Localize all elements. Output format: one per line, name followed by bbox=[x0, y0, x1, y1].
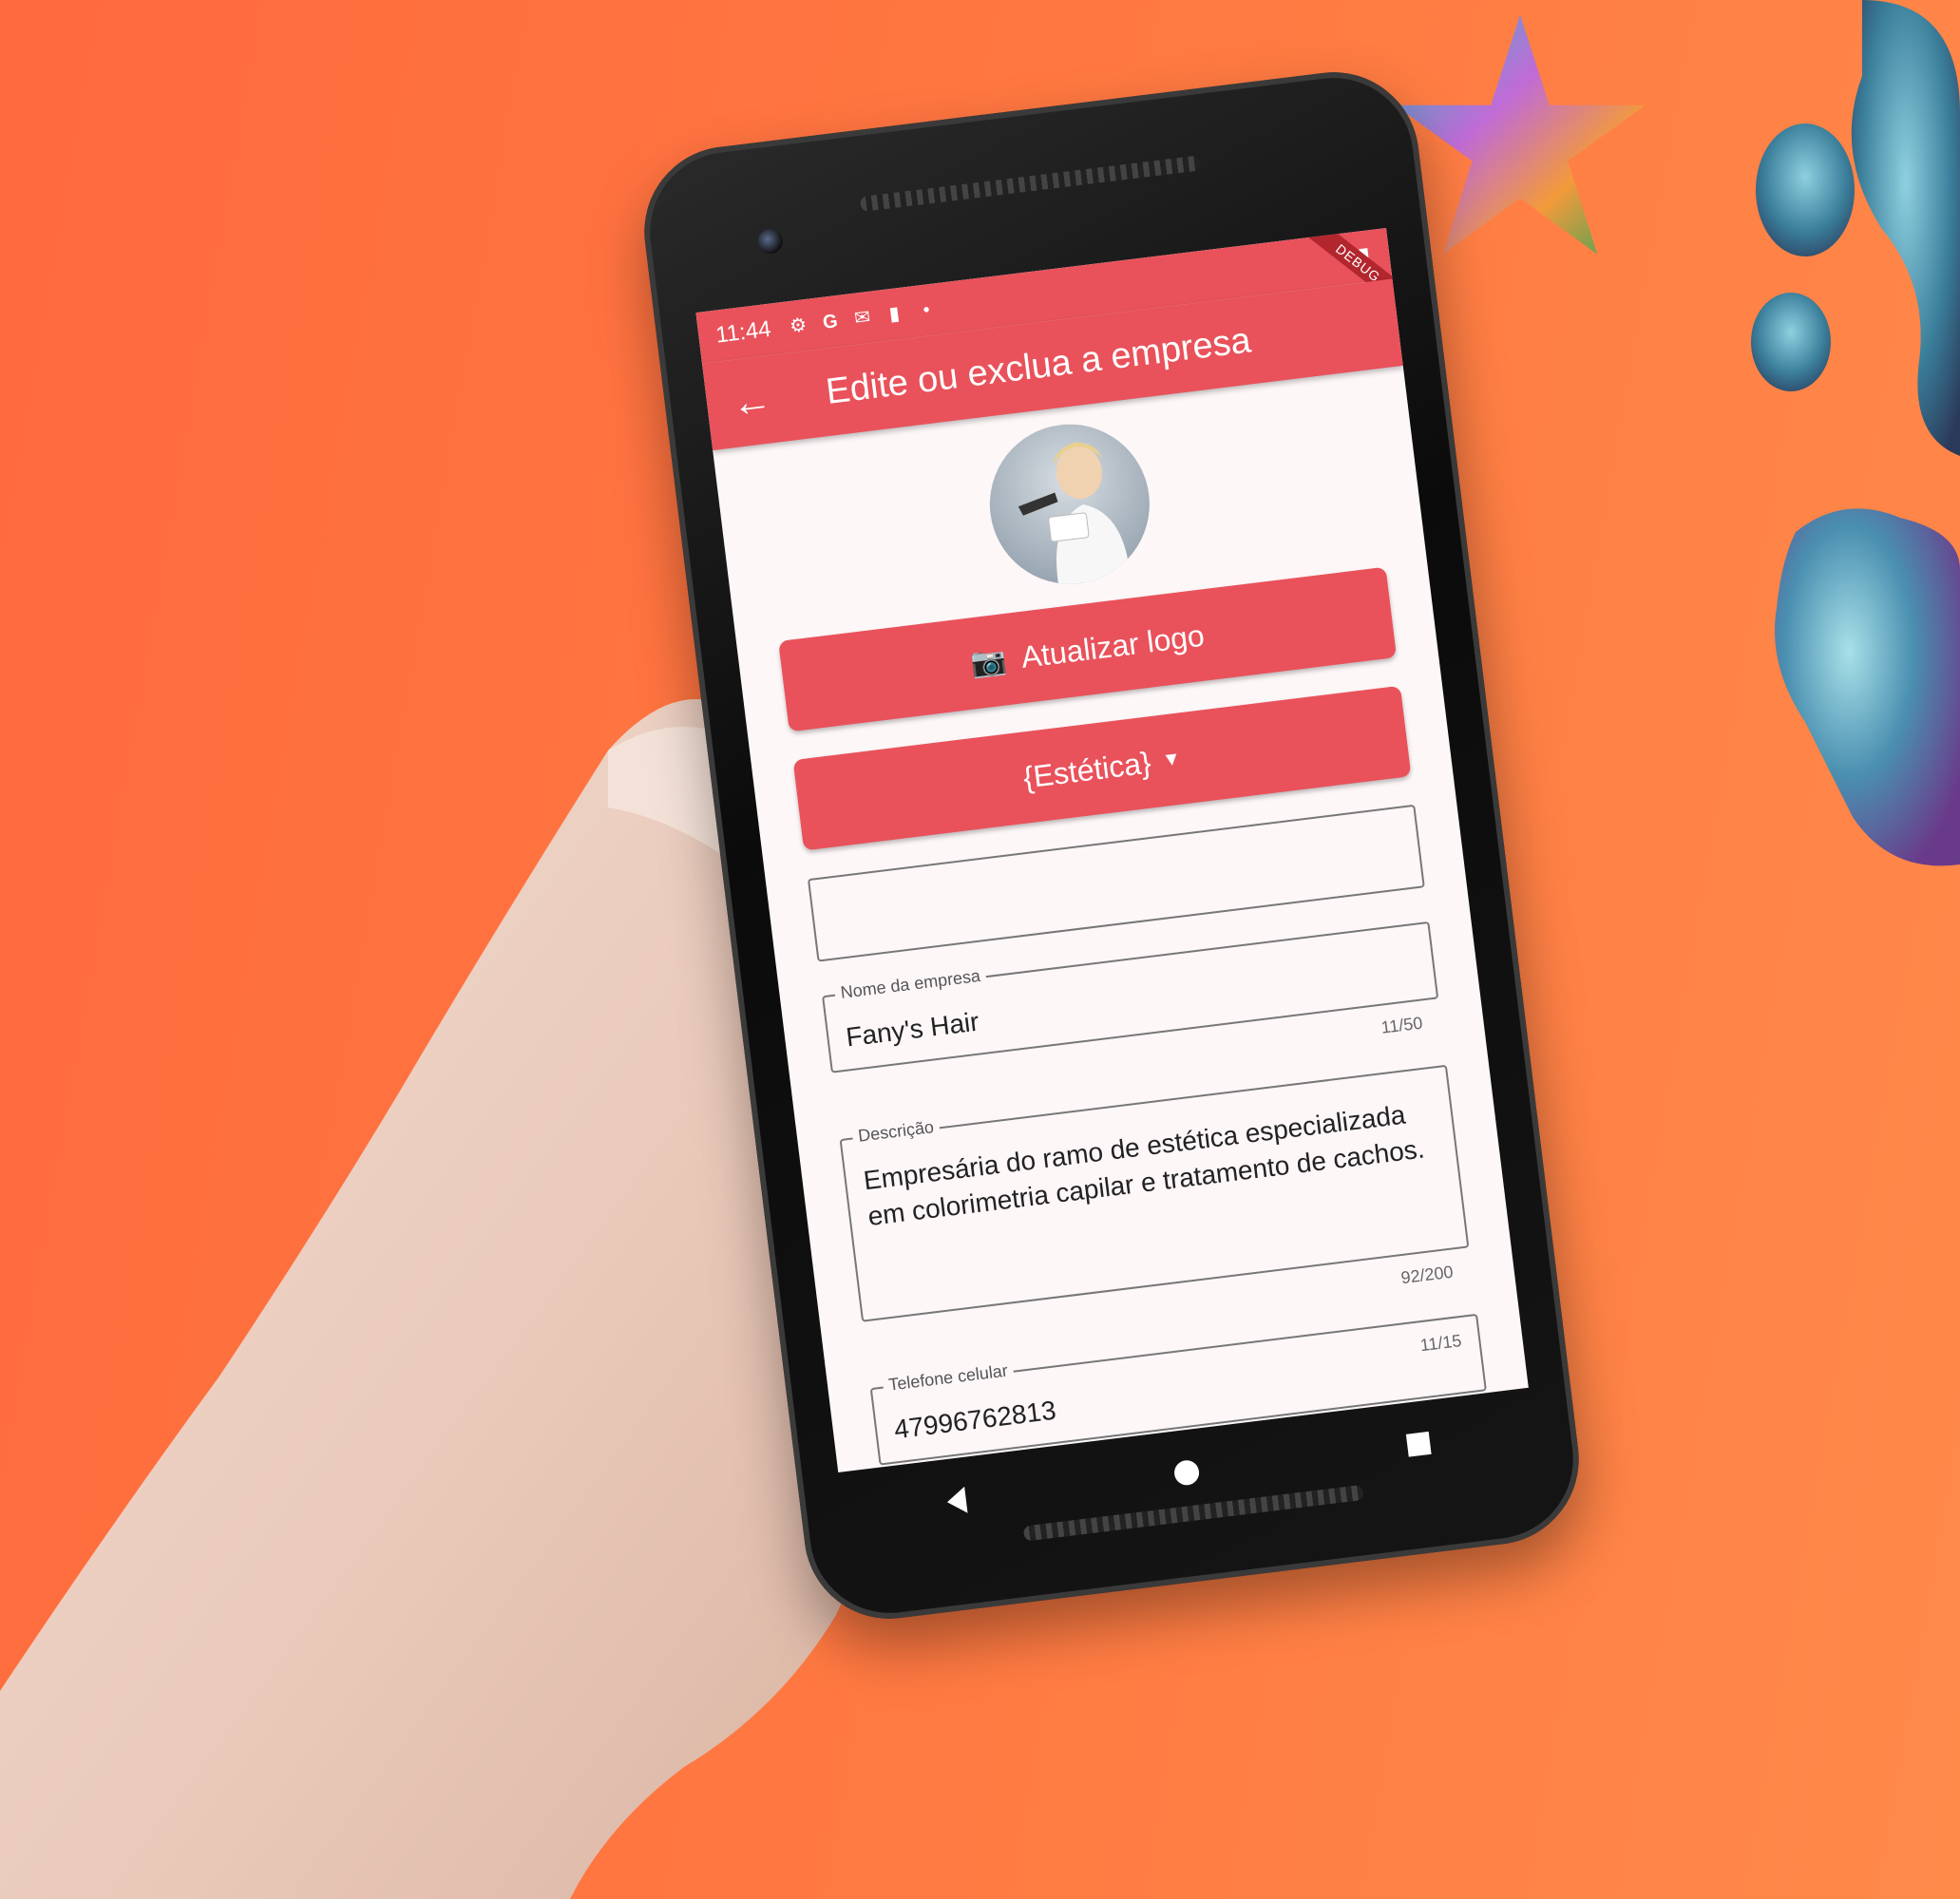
form-content: 📷 Atualizar logo {Estética} ▼ Nome da em… bbox=[713, 366, 1528, 1471]
person-photo bbox=[1018, 442, 1131, 586]
gear-icon: ⚙ bbox=[788, 314, 809, 338]
nav-back-icon[interactable] bbox=[945, 1486, 968, 1516]
description-label: Descrição bbox=[851, 1116, 942, 1148]
nav-recents-icon[interactable] bbox=[1405, 1431, 1432, 1457]
status-icons: ⚙ G ✉ ▮ • bbox=[787, 298, 939, 337]
gmail-icon: ✉ bbox=[852, 306, 872, 330]
google-icon: G bbox=[821, 311, 839, 333]
company-name-label: Nome da empresa bbox=[833, 965, 988, 1004]
nav-home-icon[interactable] bbox=[1172, 1458, 1201, 1487]
phone-label: Telefone celular bbox=[882, 1359, 1015, 1396]
category-label: {Estética} bbox=[1020, 744, 1153, 795]
description-counter: 92/200 bbox=[1399, 1262, 1455, 1288]
description-value: Empresária do ramo de estética especiali… bbox=[862, 1098, 1427, 1232]
status-time: 11:44 bbox=[714, 315, 772, 349]
company-name-counter: 11/50 bbox=[1380, 1013, 1424, 1037]
app-screen: 11:44 ⚙ G ✉ ▮ • ◥ ▮ DEBUG ← Edite ou exc… bbox=[695, 227, 1529, 1472]
sim-icon: ▮ bbox=[887, 303, 902, 326]
add-photo-icon: 📷 bbox=[968, 643, 1009, 679]
update-logo-label: Atualizar logo bbox=[1018, 617, 1207, 674]
description-field[interactable]: Descrição Empresária do ramo de estética… bbox=[839, 1064, 1470, 1322]
company-logo-avatar[interactable] bbox=[980, 415, 1159, 594]
company-name-value: Fany's Hair bbox=[844, 1006, 981, 1053]
arrow-left-icon[interactable]: ← bbox=[729, 374, 790, 427]
dot-icon: • bbox=[922, 299, 931, 321]
chevron-down-icon: ▼ bbox=[1160, 748, 1183, 771]
